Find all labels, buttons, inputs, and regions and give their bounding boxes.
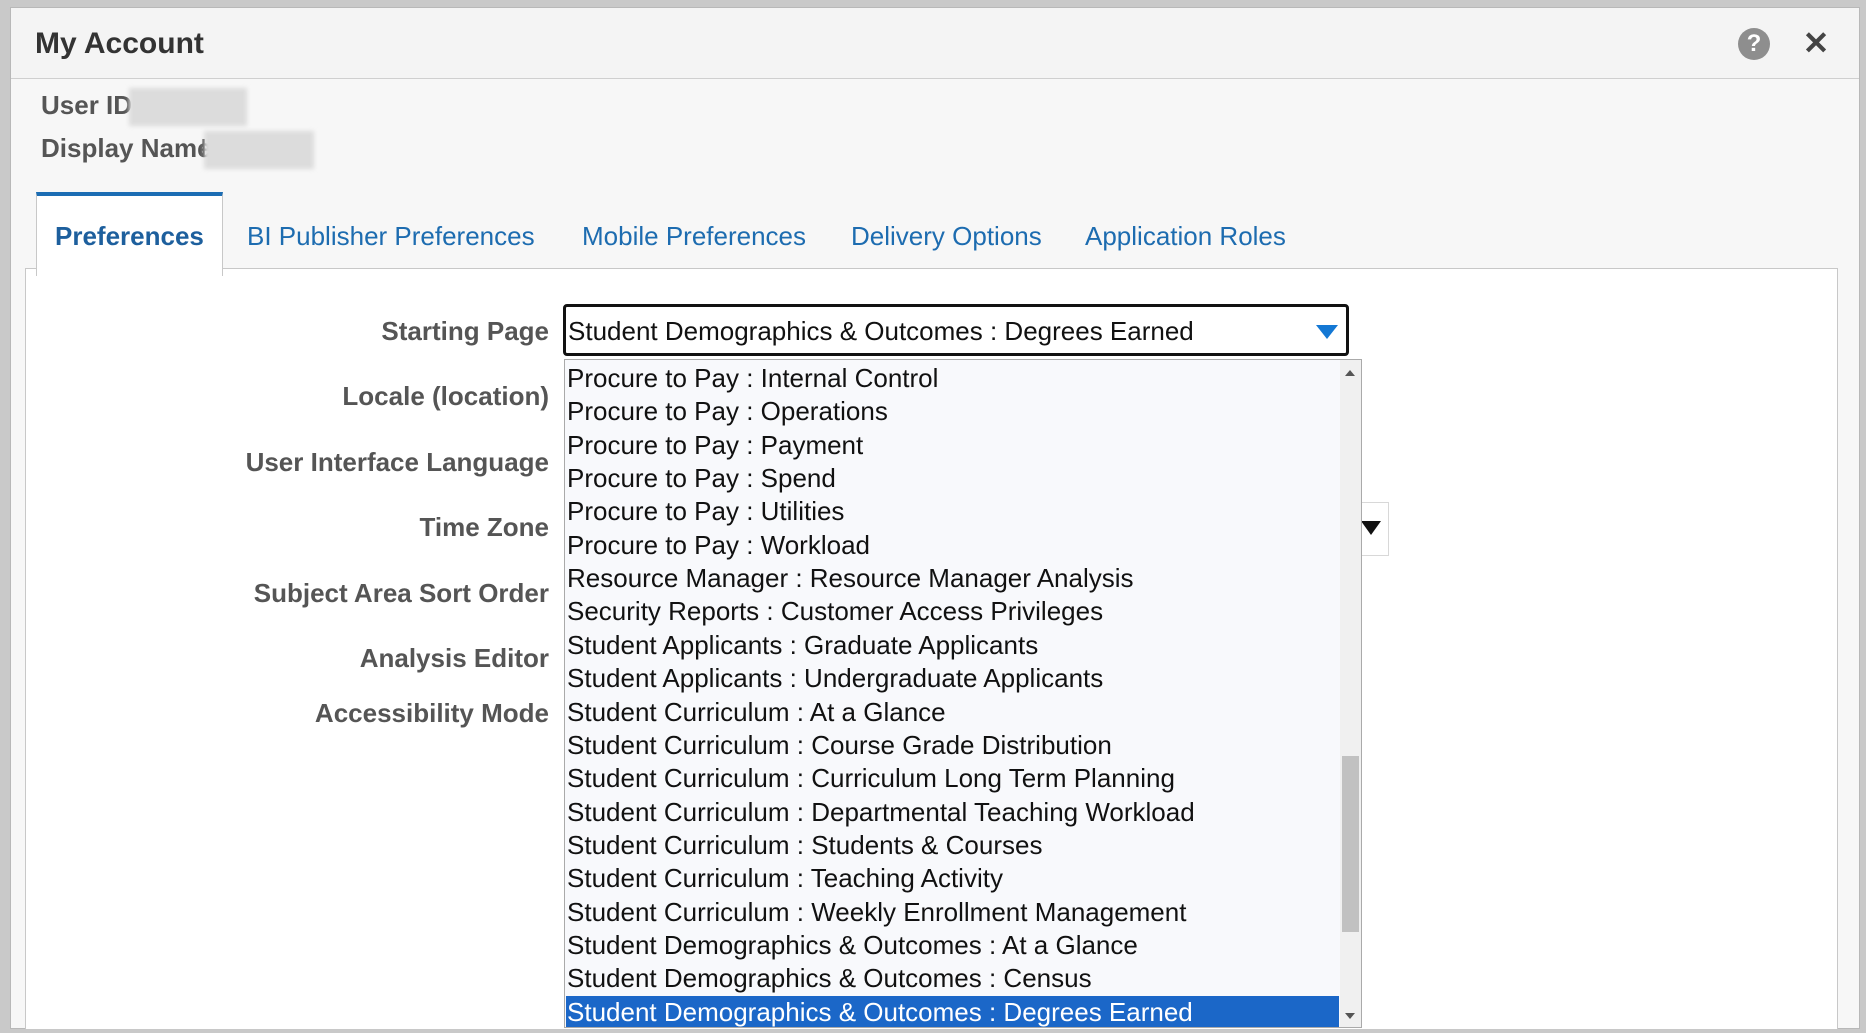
user-id-value-redacted [129, 88, 247, 126]
chevron-down-icon[interactable] [1316, 325, 1338, 339]
dropdown-option[interactable]: Student Applicants : Graduate Applicants [566, 629, 1339, 662]
dropdown-option[interactable]: Student Demographics & Outcomes : Degree… [566, 995, 1339, 1027]
dropdown-option[interactable]: Procure to Pay : Utilities [566, 495, 1339, 528]
dropdown-option[interactable]: Student Curriculum : At a Glance [566, 696, 1339, 729]
tab-delivery-options[interactable]: Delivery Options [851, 192, 1042, 276]
dropdown-option[interactable]: Procure to Pay : Spend [566, 462, 1339, 495]
subject-area-sort-label: Subject Area Sort Order [253, 578, 549, 608]
dropdown-option[interactable]: Procure to Pay : Internal Control [566, 362, 1339, 395]
display-name-value-redacted [204, 131, 314, 169]
tab-preferences[interactable]: Preferences [36, 192, 223, 276]
starting-page-label: Starting Page [381, 316, 549, 346]
user-id-label: User ID: [41, 90, 141, 120]
tab-application-roles[interactable]: Application Roles [1085, 192, 1286, 276]
dropdown-option[interactable]: Student Curriculum : Departmental Teachi… [566, 796, 1339, 829]
dropdown-scrollbar[interactable] [1340, 360, 1361, 1027]
dropdown-option[interactable]: Student Curriculum : Students & Courses [566, 829, 1339, 862]
time-zone-label: Time Zone [419, 512, 549, 542]
starting-page-select[interactable]: Student Demographics & Outcomes : Degree… [563, 304, 1349, 356]
dropdown-option[interactable]: Security Reports : Customer Access Privi… [566, 595, 1339, 628]
starting-page-dropdown-list[interactable]: Procure to Pay : Internal Control Procure… [564, 359, 1362, 1028]
dialog-title: My Account [35, 27, 204, 60]
time-zone-chevron-down-icon[interactable] [1361, 521, 1381, 535]
close-icon[interactable]: ✕ [1799, 26, 1833, 60]
dropdown-option[interactable]: Student Curriculum : Course Grade Distri… [566, 729, 1339, 762]
dropdown-option[interactable]: Resource Manager : Resource Manager Anal… [566, 562, 1339, 595]
help-icon[interactable]: ? [1738, 28, 1770, 60]
dropdown-option[interactable]: Student Curriculum : Curriculum Long Ter… [566, 762, 1339, 795]
dialog-titlebar: My Account ? ✕ [11, 8, 1859, 79]
tab-bi-publisher-preferences[interactable]: BI Publisher Preferences [247, 192, 535, 276]
dropdown-option[interactable]: Procure to Pay : Workload [566, 529, 1339, 562]
dropdown-option[interactable]: Student Demographics & Outcomes : Census [566, 962, 1339, 995]
dropdown-option[interactable]: Procure to Pay : Payment [566, 429, 1339, 462]
accessibility-mode-label: Accessibility Mode [314, 698, 549, 728]
scroll-up-arrow-icon[interactable] [1345, 370, 1355, 376]
dropdown-option[interactable]: Procure to Pay : Operations [566, 395, 1339, 428]
starting-page-value: Student Demographics & Outcomes : Degree… [568, 316, 1194, 346]
locale-label: Locale (location) [342, 381, 549, 411]
analysis-editor-label: Analysis Editor [359, 643, 549, 673]
scroll-down-arrow-icon[interactable] [1345, 1013, 1355, 1019]
tab-mobile-preferences[interactable]: Mobile Preferences [582, 192, 806, 276]
display-name-label: Display Name: [41, 133, 221, 163]
dropdown-option[interactable]: Student Demographics & Outcomes : At a G… [566, 929, 1339, 962]
dropdown-option[interactable]: Student Applicants : Undergraduate Appli… [566, 662, 1339, 695]
scroll-thumb[interactable] [1342, 756, 1359, 932]
dropdown-option[interactable]: Student Curriculum : Teaching Activity [566, 862, 1339, 895]
dropdown-option[interactable]: Student Curriculum : Weekly Enrollment M… [566, 896, 1339, 929]
ui-language-label: User Interface Language [245, 447, 549, 477]
